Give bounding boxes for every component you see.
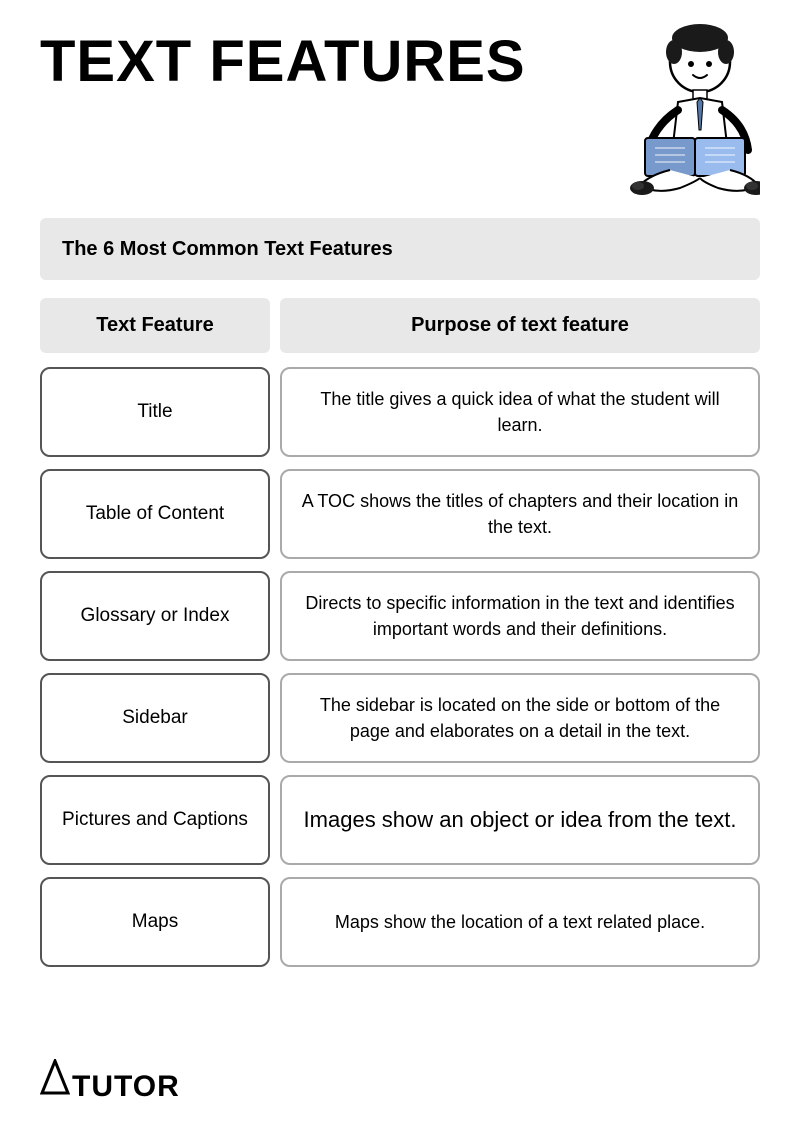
footer: TUTOR — [40, 1059, 180, 1104]
page-wrapper: TEXT FEATURES — [0, 0, 800, 1132]
page-header: TEXT FEATURES — [40, 30, 760, 200]
table-row: Title The title gives a quick idea of wh… — [40, 367, 760, 457]
character-illustration — [600, 20, 760, 200]
purpose-glossary: Directs to specific information in the t… — [280, 571, 760, 661]
feature-sidebar: Sidebar — [40, 673, 270, 763]
purpose-pictures: Images show an object or idea from the t… — [280, 775, 760, 865]
footer-logo: TUTOR — [40, 1059, 180, 1104]
table-row: Table of Content A TOC shows the titles … — [40, 469, 760, 559]
table-rows: Title The title gives a quick idea of wh… — [40, 367, 760, 967]
table-row: Maps Maps show the location of a text re… — [40, 877, 760, 967]
feature-toc: Table of Content — [40, 469, 270, 559]
purpose-toc: A TOC shows the titles of chapters and t… — [280, 469, 760, 559]
purpose-title: The title gives a quick idea of what the… — [280, 367, 760, 457]
feature-title: Title — [40, 367, 270, 457]
purpose-maps: Maps show the location of a text related… — [280, 877, 760, 967]
table-row: Glossary or Index Directs to specific in… — [40, 571, 760, 661]
subtitle-banner: The 6 Most Common Text Features — [40, 218, 760, 280]
table-row: Pictures and Captions Images show an obj… — [40, 775, 760, 865]
purpose-sidebar: The sidebar is located on the side or bo… — [280, 673, 760, 763]
table-header: Text Feature Purpose of text feature — [40, 298, 760, 353]
feature-pictures: Pictures and Captions — [40, 775, 270, 865]
feature-glossary: Glossary or Index — [40, 571, 270, 661]
main-title: TEXT FEATURES — [40, 30, 600, 94]
column-feature-header: Text Feature — [40, 298, 270, 353]
table-row: Sidebar The sidebar is located on the si… — [40, 673, 760, 763]
feature-maps: Maps — [40, 877, 270, 967]
column-purpose-header: Purpose of text feature — [280, 298, 760, 353]
